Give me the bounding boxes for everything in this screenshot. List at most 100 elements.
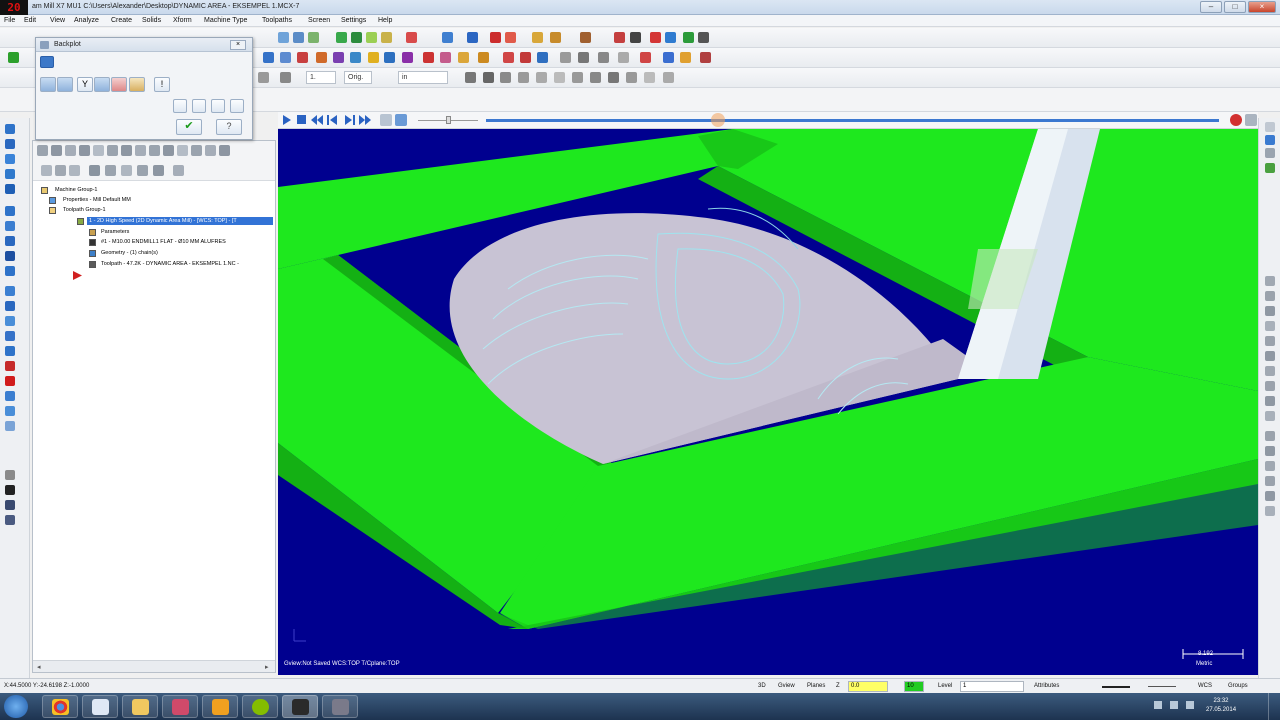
progress-thumb[interactable] <box>711 113 725 127</box>
delete-ops-icon[interactable] <box>163 145 174 156</box>
high-feed-icon[interactable] <box>149 145 160 156</box>
wcs-button[interactable]: WCS <box>1198 683 1212 689</box>
stock-icon[interactable] <box>700 52 711 63</box>
menu-create[interactable]: Create <box>111 17 132 24</box>
color-field[interactable]: 10 <box>904 681 924 692</box>
clear-colors-icon[interactable] <box>5 470 15 480</box>
mill-op-16-icon[interactable] <box>1265 506 1275 516</box>
maximize-button[interactable]: □ <box>1224 1 1246 13</box>
mill-op-4-icon[interactable] <box>1265 321 1275 331</box>
regenerate-icon[interactable] <box>65 145 76 156</box>
tree-parameters[interactable]: Parameters <box>101 228 129 236</box>
note-icon[interactable] <box>478 52 489 63</box>
right-view-icon[interactable] <box>590 72 601 83</box>
insert-arrow-icon[interactable] <box>73 271 83 280</box>
tool-display-icon[interactable] <box>57 77 73 92</box>
spline-icon[interactable] <box>5 169 15 179</box>
tree-toolpath-group[interactable]: Toolpath Group-1 <box>63 206 106 214</box>
grid-icon[interactable] <box>698 32 709 43</box>
matrix-icon[interactable] <box>402 52 413 63</box>
surface-icon[interactable] <box>598 52 609 63</box>
regenerate-dirty-icon[interactable] <box>79 145 90 156</box>
step-icon[interactable] <box>173 99 187 113</box>
menu-screen[interactable]: Screen <box>308 17 330 24</box>
select-icon[interactable] <box>293 32 304 43</box>
scale-icon[interactable] <box>5 301 15 311</box>
dimension-icon[interactable] <box>458 52 469 63</box>
wcs-icon[interactable] <box>650 32 661 43</box>
solid-boolean-icon[interactable] <box>5 376 15 386</box>
contour-icon[interactable] <box>503 52 514 63</box>
select-dirty-icon[interactable] <box>51 145 62 156</box>
minimize-button[interactable]: – <box>1200 1 1222 13</box>
zoom-field[interactable]: 1. <box>306 71 336 84</box>
expand-icon[interactable] <box>121 165 132 176</box>
menu-machine-type[interactable]: Machine Type <box>204 17 247 24</box>
single-op-icon[interactable] <box>105 165 116 176</box>
solid-icon[interactable] <box>336 32 347 43</box>
menu-xform[interactable]: Xform <box>173 17 192 24</box>
mill-op-15-icon[interactable] <box>1265 491 1275 501</box>
rotate-icon[interactable] <box>5 286 15 296</box>
menu-help[interactable]: Help <box>378 17 392 24</box>
task-media-player[interactable] <box>202 695 238 718</box>
tree-tool[interactable]: #1 - M10.00 ENDMILL1 FLAT - Ø10 MM ALUFR… <box>101 238 226 246</box>
tree-operation[interactable]: 1 - 2D High Speed (2D Dynamic Area Mill)… <box>87 217 273 225</box>
menu-solids[interactable]: Solids <box>142 17 161 24</box>
arrow-icon[interactable] <box>614 32 625 43</box>
show-desktop-button[interactable] <box>1268 693 1280 720</box>
options-icon[interactable] <box>153 165 164 176</box>
help-icon[interactable] <box>219 145 230 156</box>
surface-icon[interactable] <box>5 391 15 401</box>
groups-button[interactable]: Groups <box>1228 683 1248 689</box>
hidden-line-icon[interactable] <box>483 72 494 83</box>
mill-op-13-icon[interactable] <box>1265 461 1275 471</box>
iso-view-icon[interactable] <box>536 72 547 83</box>
drafting-icon[interactable] <box>5 406 15 416</box>
step-forward-icon[interactable] <box>343 115 355 125</box>
orig-field[interactable]: Orig. <box>344 71 372 84</box>
backplot-icon[interactable] <box>93 145 104 156</box>
shading-outline-icon[interactable] <box>505 32 516 43</box>
cube-icon[interactable] <box>1265 163 1275 173</box>
level-field[interactable]: 1 <box>960 681 1024 692</box>
stop-icon[interactable] <box>297 115 306 124</box>
task-explorer[interactable] <box>122 695 158 718</box>
path-display-icon[interactable] <box>94 77 110 92</box>
menu-analyze[interactable]: Analyze <box>74 17 99 24</box>
shading-icon[interactable] <box>490 32 501 43</box>
toggle-display-icon[interactable] <box>191 145 202 156</box>
play-icon[interactable] <box>282 115 292 125</box>
info-icon[interactable]: ! <box>154 77 170 92</box>
thread-icon[interactable] <box>578 52 589 63</box>
config-icon[interactable] <box>1265 122 1275 132</box>
scroll-icon[interactable] <box>89 165 100 176</box>
speed-slider-thumb[interactable] <box>446 116 451 124</box>
mill-op-14-icon[interactable] <box>1265 476 1275 486</box>
tray-volume-icon[interactable] <box>1186 701 1194 709</box>
layer-icon[interactable] <box>683 32 694 43</box>
mill-op-1-icon[interactable] <box>1265 276 1275 286</box>
chain-icon[interactable] <box>278 32 289 43</box>
filter-icon[interactable] <box>280 72 291 83</box>
face-icon[interactable] <box>537 52 548 63</box>
toolpath-icon[interactable] <box>406 32 417 43</box>
scroll-right-icon[interactable]: ▸ <box>265 663 269 671</box>
mill-op-8-icon[interactable] <box>1265 381 1275 391</box>
progress-track[interactable] <box>486 119 1219 122</box>
tree-geometry[interactable]: Geometry - (1) chain(s) <box>101 249 158 257</box>
rough-icon[interactable] <box>618 52 629 63</box>
move-up-icon[interactable] <box>55 165 66 176</box>
delete-icon[interactable] <box>423 52 434 63</box>
tool-icon[interactable] <box>580 32 591 43</box>
tray-network-icon[interactable] <box>1170 701 1178 709</box>
attributes-button[interactable]: Attributes <box>1034 683 1059 689</box>
scroll-left-icon[interactable]: ◂ <box>37 663 41 671</box>
insert-arrow-icon[interactable] <box>69 165 80 176</box>
options-icon[interactable] <box>395 114 407 126</box>
filter-icon[interactable] <box>173 165 184 176</box>
holder-icon[interactable]: Y <box>77 77 93 92</box>
ok-button[interactable]: ✔ <box>176 119 202 135</box>
arc-icon[interactable] <box>5 154 15 164</box>
start-button[interactable] <box>4 695 28 718</box>
